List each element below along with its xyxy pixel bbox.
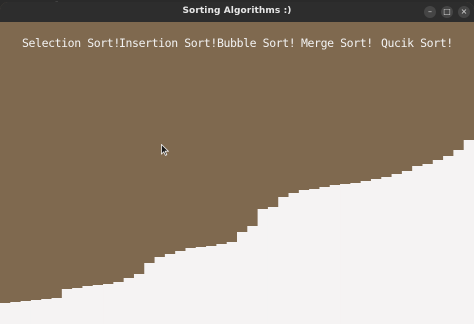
maximize-button[interactable]: □	[441, 6, 453, 18]
sort-bar	[247, 226, 259, 324]
sort-bar	[92, 285, 104, 324]
sort-bar	[133, 274, 145, 324]
sort-bar	[237, 232, 248, 324]
sort-bar	[72, 288, 84, 324]
sort-bar	[257, 209, 269, 324]
sort-bar	[10, 302, 22, 324]
sort-bar	[113, 282, 125, 324]
algorithm-menu: Selection Sort! Insertion Sort! Bubble S…	[22, 36, 462, 52]
sort-bar	[329, 185, 341, 324]
sort-bar	[422, 164, 434, 324]
sort-bar	[309, 189, 321, 324]
sort-bar	[51, 298, 63, 324]
sort-bar	[288, 193, 300, 324]
sort-bar	[175, 251, 187, 324]
insertion-sort-button[interactable]: Insertion Sort!	[119, 36, 217, 50]
merge-sort-button[interactable]: Merge Sort!	[301, 36, 373, 50]
sort-bar	[61, 289, 73, 324]
bars-area	[0, 22, 474, 324]
sort-bar	[340, 184, 351, 324]
sort-bar	[164, 254, 176, 324]
sort-bar	[401, 171, 413, 324]
sort-bar	[298, 190, 310, 324]
sort-bar	[82, 286, 94, 324]
sort-bar	[432, 160, 444, 324]
window-title: Sorting Algorithms :)	[182, 6, 292, 16]
sort-bar	[216, 244, 228, 324]
sort-bar	[154, 257, 166, 324]
selection-sort-button[interactable]: Selection Sort!	[22, 36, 120, 50]
quick-sort-button[interactable]: Qucik Sort!	[381, 36, 453, 50]
sort-bar	[0, 303, 11, 324]
sort-bar	[30, 300, 42, 324]
sort-bar	[381, 177, 393, 324]
sort-bar	[319, 187, 331, 324]
sort-bar	[267, 207, 279, 324]
sort-canvas: Selection Sort! Insertion Sort! Bubble S…	[0, 22, 474, 324]
sort-bar	[412, 166, 424, 324]
sort-bar	[391, 174, 403, 324]
app-window: Sorting Algorithms :) – □ × Selection So…	[0, 2, 474, 324]
title-bar[interactable]: Sorting Algorithms :) – □ ×	[0, 2, 474, 22]
close-button[interactable]: ×	[458, 6, 470, 18]
minimize-button[interactable]: –	[424, 6, 436, 18]
sort-bar	[370, 179, 382, 324]
sort-bar	[195, 247, 207, 324]
sort-bar	[278, 197, 290, 324]
sort-bar	[226, 242, 238, 324]
sort-bar	[453, 150, 465, 324]
sort-bar	[360, 181, 372, 324]
sort-bar	[185, 248, 197, 324]
sort-bar	[443, 156, 454, 324]
sort-bar	[20, 301, 32, 324]
sort-bar	[206, 246, 217, 324]
sort-bar	[41, 299, 53, 324]
sort-bar	[350, 183, 362, 324]
sort-bar	[144, 263, 156, 324]
bubble-sort-button[interactable]: Bubble Sort!	[217, 36, 296, 50]
sort-bar	[123, 278, 135, 324]
sort-bar	[103, 284, 114, 324]
sort-bar	[463, 140, 474, 324]
mouse-pointer-icon	[161, 144, 169, 156]
